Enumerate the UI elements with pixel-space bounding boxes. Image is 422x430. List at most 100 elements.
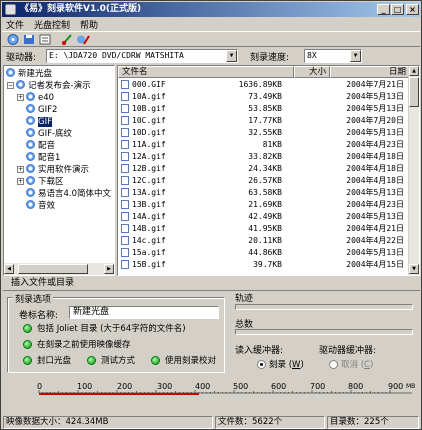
disc-icon — [26, 188, 35, 197]
option-label: 在刻录之前使用映像缓存 — [37, 340, 131, 350]
option-test-mode[interactable]: 测试方式 — [87, 356, 135, 367]
expand-icon[interactable]: + — [17, 178, 24, 185]
file-row[interactable]: 12C.gif 26.57KB 2004年4月18日 — [118, 175, 410, 187]
file-list[interactable]: 文件名 大小 日期 000.GIF 1636.89KB 2004年7月21日 10A.… — [117, 65, 420, 276]
file-row[interactable]: 12B.gif 24.34KB 2004年4月18日 — [118, 163, 410, 175]
volume-value: 新建光盘 — [73, 307, 110, 317]
file-row[interactable]: 10B.gif 53.85KB 2004年5月13日 — [118, 103, 410, 115]
menu-file[interactable]: 文件 — [6, 18, 24, 31]
disc-icon — [26, 104, 35, 113]
menu-disc-control[interactable]: 光盘控制 — [34, 18, 70, 31]
drive-row: 驱动器: E: \JDA720 DVD/CDRW MATSHITA ▼ 刻录速度… — [2, 48, 420, 64]
scroll-right-icon[interactable]: ▶ — [104, 264, 114, 274]
list-vertical-scrollbar[interactable]: ▲ ▼ — [408, 66, 419, 275]
ruler-tick-label: 600 — [271, 382, 287, 391]
option-image-cache[interactable]: 在刻录之前使用映像缓存 — [23, 340, 131, 351]
tree-item-selected[interactable]: GIF — [26, 116, 52, 127]
file-row[interactable]: 15B.gif 39.7KB 2004年4月15日 — [118, 259, 410, 271]
file-date: 2004年5月13日 — [346, 92, 404, 101]
menu-help[interactable]: 帮助 — [80, 18, 98, 31]
tree-item-folder[interactable]: 易语言4.0简体中文 — [26, 188, 111, 199]
burn-button[interactable]: 刻录 (W) — [257, 360, 304, 371]
file-date: 2004年5月13日 — [346, 128, 404, 137]
column-header-date[interactable]: 日期 — [330, 66, 410, 78]
save-icon[interactable] — [22, 33, 36, 46]
file-row[interactable]: 11A.gif 81KB 2004年4月23日 — [118, 139, 410, 151]
scroll-up-icon[interactable]: ▲ — [409, 66, 419, 76]
file-row[interactable]: 14B.gif 41.95KB 2004年4月21日 — [118, 223, 410, 235]
gif-file-icon — [121, 224, 129, 233]
status-dir-count: 目录数：225个 — [327, 416, 419, 429]
folder-tree[interactable]: 新建光盘 − 记者发布会-演示 + e40 GIF2 GIF GIF-底纹 配音… — [3, 65, 115, 276]
tree-item-root[interactable]: 新建光盘 — [6, 68, 52, 79]
file-name: 10C.gif — [132, 116, 166, 125]
tree-item-folder[interactable]: 音效 — [26, 200, 55, 211]
speed-select[interactable]: 8X ▼ — [304, 49, 362, 63]
maximize-button[interactable]: □ — [391, 4, 404, 15]
tree-item-folder[interactable]: GIF2 — [26, 104, 57, 115]
file-size: 63.58KB — [248, 188, 282, 197]
column-header-name[interactable]: 文件名 — [118, 66, 294, 78]
file-row[interactable]: 15a.gif 44.86KB 2004年5月13日 — [118, 247, 410, 259]
minimize-button[interactable]: _ — [377, 4, 390, 15]
chevron-down-icon[interactable]: ▼ — [350, 50, 361, 62]
properties-icon[interactable] — [38, 33, 52, 46]
tree-item-folder[interactable]: 配音1 — [26, 152, 60, 163]
disc-icon — [26, 128, 35, 137]
green-check-icon — [23, 356, 32, 365]
close-button[interactable]: × — [406, 4, 419, 15]
cancel-button[interactable]: 取消 (C) — [329, 360, 373, 371]
disc-icon — [6, 68, 15, 77]
ruler-tick-label: 800 — [348, 382, 364, 391]
expand-icon[interactable]: + — [17, 166, 24, 173]
tree-item-folder[interactable]: e40 — [26, 92, 54, 103]
collapse-icon[interactable]: − — [7, 82, 14, 89]
option-close-disc[interactable]: 封口光盘 — [23, 356, 71, 367]
file-row[interactable]: 13A.gif 63.58KB 2004年5月13日 — [118, 187, 410, 199]
file-name: 10D.gif — [132, 128, 166, 137]
tree-item-label: e40 — [38, 93, 55, 103]
tree-item-folder[interactable]: GIF-底纹 — [26, 128, 72, 139]
new-disc-icon[interactable] — [6, 33, 20, 46]
scroll-thumb[interactable] — [18, 264, 88, 274]
file-name: 10A.gif — [132, 92, 166, 101]
disc-icon — [26, 140, 35, 149]
file-row[interactable]: 000.GIF 1636.89KB 2004年7月21日 — [118, 79, 410, 91]
file-row[interactable]: 10D.gif 32.55KB 2004年5月13日 — [118, 127, 410, 139]
toolbar — [2, 31, 420, 47]
disc-icon — [26, 200, 35, 209]
file-size: 20.11KB — [248, 236, 282, 245]
file-size: 21.69KB — [248, 200, 282, 209]
tree-item-folder[interactable]: 下载区 — [26, 176, 64, 187]
tree-item-folder[interactable]: 实用软件演示 — [26, 164, 89, 175]
tree-horizontal-scrollbar[interactable]: ◀ ▶ — [4, 263, 114, 275]
volume-name-input[interactable]: 新建光盘 — [69, 306, 219, 319]
scroll-thumb[interactable] — [409, 77, 419, 107]
drive-select[interactable]: E: \JDA720 DVD/CDRW MATSHITA ▼ — [46, 49, 238, 63]
scroll-down-icon[interactable]: ▼ — [409, 264, 419, 274]
file-name: 13B.gif — [132, 200, 166, 209]
file-row[interactable]: 14c.gif 20.11KB 2004年4月22日 — [118, 235, 410, 247]
insert-bar[interactable]: 插入文件或目录 — [3, 277, 420, 289]
scroll-left-icon[interactable]: ◀ — [4, 264, 14, 274]
file-row[interactable]: 13B.gif 21.69KB 2004年4月23日 — [118, 199, 410, 211]
option-verify[interactable]: 使用刻录校对 — [151, 356, 216, 367]
ruler-tick-label: 700 — [310, 382, 326, 391]
gif-file-icon — [121, 200, 129, 209]
tree-item-folder[interactable]: 记者发布会-演示 — [16, 80, 91, 91]
tree-item-folder[interactable]: 配音 — [26, 140, 55, 151]
gif-file-icon — [121, 236, 129, 245]
chevron-down-icon[interactable]: ▼ — [226, 50, 237, 62]
expand-icon[interactable]: + — [17, 94, 24, 101]
burn-icon[interactable] — [60, 33, 74, 46]
file-name: 12C.gif — [132, 176, 166, 185]
ruler-tick-label: 900 — [388, 382, 404, 391]
erase-icon[interactable] — [76, 33, 90, 46]
file-row[interactable]: 10C.gif 17.77KB 2004年7月20日 — [118, 115, 410, 127]
column-header-size[interactable]: 大小 — [294, 66, 330, 78]
file-row[interactable]: 12A.gif 33.82KB 2004年4月18日 — [118, 151, 410, 163]
file-row[interactable]: 10A.gif 73.49KB 2004年5月13日 — [118, 91, 410, 103]
option-joliet[interactable]: 包括 Joliet 目录 (大于64字符的文件名) — [23, 324, 186, 335]
file-row[interactable]: 14A.gif 42.49KB 2004年5月13日 — [118, 211, 410, 223]
gif-file-icon — [121, 104, 129, 113]
